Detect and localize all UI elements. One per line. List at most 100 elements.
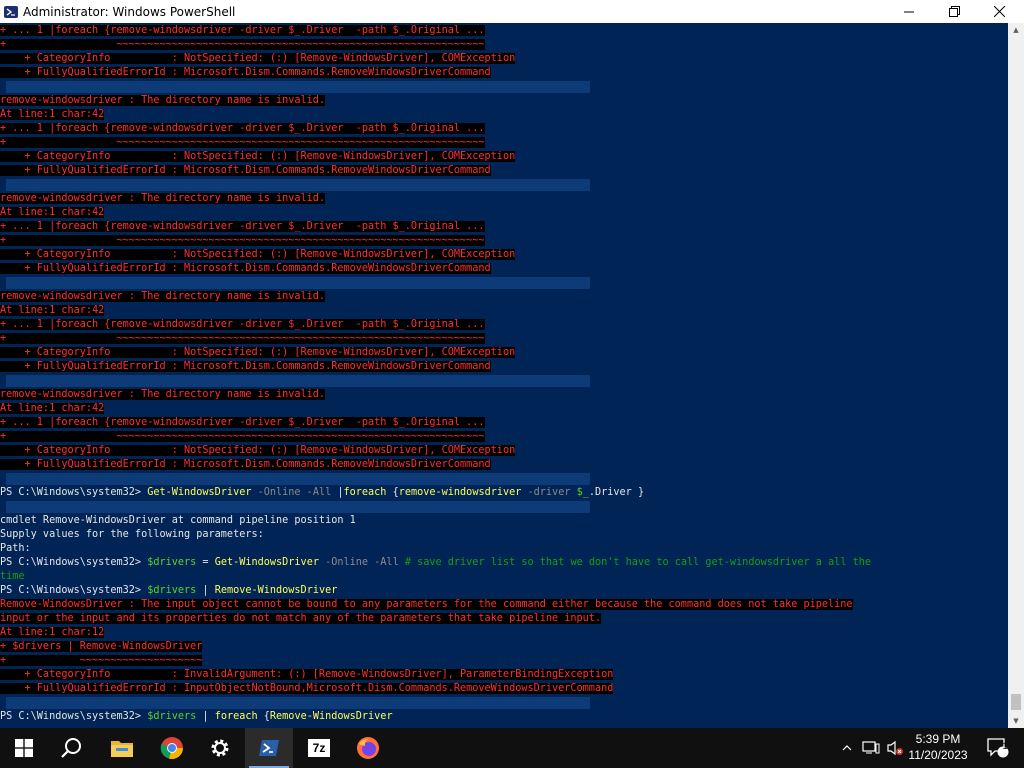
console-text: Get-WindowsDriver xyxy=(214,557,319,568)
console-text: + ... 1 |foreach {remove-windowsdriver -… xyxy=(0,123,485,134)
selection-highlight xyxy=(6,697,590,709)
search-icon xyxy=(61,738,81,758)
chrome-button[interactable] xyxy=(148,728,196,768)
console-text: -driver xyxy=(521,487,577,498)
console-text: Remove-WindowsDriver : The input object … xyxy=(0,599,853,610)
close-button[interactable] xyxy=(976,0,1022,23)
console-text: + FullyQualifiedErrorId : Microsoft.Dism… xyxy=(0,361,491,372)
selection-highlight xyxy=(6,375,590,387)
console-text: + CategoryInfo : InvalidArgument: (:) [R… xyxy=(0,669,614,680)
selection-highlight xyxy=(6,81,590,93)
gear-icon xyxy=(211,739,229,757)
powershell-button[interactable] xyxy=(245,728,293,768)
console-text: + ... 1 |foreach {remove-windowsdriver -… xyxy=(0,417,485,428)
tray-chevron-icon[interactable] xyxy=(838,728,856,768)
volume-muted-icon[interactable] xyxy=(884,728,906,768)
console-text: + ... 1 |foreach {remove-windowsdriver -… xyxy=(0,221,485,232)
console-line: input or the input and its properties do… xyxy=(0,612,602,626)
console-text: -Online -All xyxy=(318,557,405,568)
console-text: + FullyQualifiedErrorId : InputObjectNot… xyxy=(0,683,614,694)
console-line: + CategoryInfo : InvalidArgument: (:) [R… xyxy=(0,668,614,682)
console-text: = xyxy=(196,557,215,568)
console-line: + FullyQualifiedErrorId : Microsoft.Dism… xyxy=(0,458,491,472)
notifications-button[interactable]: 1 xyxy=(978,728,1018,768)
window-title: Administrator: Windows PowerShell xyxy=(23,4,236,19)
console-text: PS C:\Windows\system32> xyxy=(0,585,148,596)
maximize-button[interactable] xyxy=(931,0,977,23)
settings-button[interactable] xyxy=(196,728,244,768)
console-line: + ... 1 |foreach {remove-windowsdriver -… xyxy=(0,122,485,136)
vertical-scrollbar[interactable]: ▲ ▼ xyxy=(1008,23,1024,728)
scroll-up-icon[interactable]: ▲ xyxy=(1008,23,1024,37)
console-text: cmdlet Remove-WindowsDriver at command p… xyxy=(0,515,356,526)
console-prompt-line: PS C:\Windows\system32> $drivers | forea… xyxy=(0,710,393,724)
console-text: + CategoryInfo : NotSpecified: (:) [Remo… xyxy=(0,53,516,64)
console-line: At line:1 char:42 xyxy=(0,304,105,318)
console-text: + ~~~~~~~~~~~~~~~~~~~~ xyxy=(0,655,203,666)
console-text: foreach xyxy=(343,487,387,498)
console-line: + $drivers | Remove-WindowsDriver xyxy=(0,640,203,654)
powershell-icon xyxy=(259,740,279,756)
console-text: remove-windowsdriver : The directory nam… xyxy=(0,389,326,400)
start-button[interactable] xyxy=(0,728,48,768)
network-icon[interactable] xyxy=(860,728,882,768)
console-line: cmdlet Remove-WindowsDriver at command p… xyxy=(0,514,356,528)
search-button[interactable] xyxy=(48,728,96,768)
7zip-icon: 7z xyxy=(308,739,330,757)
console-line: + FullyQualifiedErrorId : Microsoft.Dism… xyxy=(0,164,491,178)
console-text: At line:1 char:42 xyxy=(0,109,105,120)
chrome-icon xyxy=(160,737,184,760)
console-text: + ~~~~~~~~~~~~~~~~~~~~~~~~~~~~~~~~~~~~~~… xyxy=(0,333,485,344)
console-text: | xyxy=(196,711,215,722)
console-prompt-line: PS C:\Windows\system32> $drivers | Remov… xyxy=(0,584,337,598)
console-line: + ~~~~~~~~~~~~~~~~~~~~~~~~~~~~~~~~~~~~~~… xyxy=(0,332,485,346)
console-line: + CategoryInfo : NotSpecified: (:) [Remo… xyxy=(0,346,516,360)
console-line: + ... 1 |foreach {remove-windowsdriver -… xyxy=(0,416,485,430)
folder-icon xyxy=(111,741,133,757)
console-line: + ... 1 |foreach {remove-windowsdriver -… xyxy=(0,220,485,234)
console-line: + ~~~~~~~~~~~~~~~~~~~~~~~~~~~~~~~~~~~~~~… xyxy=(0,38,485,52)
console-text: Supply values for the following paramete… xyxy=(0,529,264,540)
console-line: + ~~~~~~~~~~~~~~~~~~~~~~~~~~~~~~~~~~~~~~… xyxy=(0,430,485,444)
console-line: At line:1 char:42 xyxy=(0,402,105,416)
powershell-icon xyxy=(4,5,18,18)
firefox-icon xyxy=(357,737,379,759)
clock-date: 11/20/2023 xyxy=(908,748,968,762)
console-text: Path: xyxy=(0,543,31,554)
notification-count: 1 xyxy=(1002,741,1008,751)
console-line: + CategoryInfo : NotSpecified: (:) [Remo… xyxy=(0,444,516,458)
console-text: + FullyQualifiedErrorId : Microsoft.Dism… xyxy=(0,263,491,274)
window-titlebar[interactable]: Administrator: Windows PowerShell xyxy=(0,0,1024,23)
console-text: remove-windowsdriver : The directory nam… xyxy=(0,193,326,204)
console-text: { xyxy=(257,711,270,722)
scroll-thumb[interactable] xyxy=(1011,694,1021,710)
console-line: + ~~~~~~~~~~~~~~~~~~~~~~~~~~~~~~~~~~~~~~… xyxy=(0,136,485,150)
console-text: PS C:\Windows\system32> xyxy=(0,711,148,722)
7zip-button[interactable]: 7z xyxy=(295,728,343,768)
console-line: + FullyQualifiedErrorId : Microsoft.Dism… xyxy=(0,262,491,276)
taskbar: 7z 5:39 PM 11/20/2023 1 xyxy=(0,728,1024,768)
selection-highlight xyxy=(6,473,590,485)
console-text: + ... 1 |foreach {remove-windowsdriver -… xyxy=(0,25,485,36)
console-line: + ~~~~~~~~~~~~~~~~~~~~~~~~~~~~~~~~~~~~~~… xyxy=(0,234,485,248)
console-text: Remove-WindowsDriver xyxy=(269,711,393,722)
console-text: foreach xyxy=(214,711,258,722)
minimize-button[interactable] xyxy=(886,0,932,23)
console-line: remove-windowsdriver : The directory nam… xyxy=(0,388,326,402)
console-output[interactable]: + ... 1 |foreach {remove-windowsdriver -… xyxy=(0,23,1008,728)
file-explorer-button[interactable] xyxy=(98,728,146,768)
console-text: + FullyQualifiedErrorId : Microsoft.Dism… xyxy=(0,165,491,176)
console-line: remove-windowsdriver : The directory nam… xyxy=(0,290,326,304)
console-line: remove-windowsdriver : The directory nam… xyxy=(0,192,326,206)
console-text: $drivers xyxy=(147,711,197,722)
console-line: At line:1 char:42 xyxy=(0,206,105,220)
console-text: + ~~~~~~~~~~~~~~~~~~~~~~~~~~~~~~~~~~~~~~… xyxy=(0,137,485,148)
console-line: + ~~~~~~~~~~~~~~~~~~~~ xyxy=(0,654,203,668)
restore-icon xyxy=(948,6,960,17)
console-text: .Driver } xyxy=(588,487,645,498)
firefox-button[interactable] xyxy=(344,728,392,768)
console-text: + ... 1 |foreach {remove-windowsdriver -… xyxy=(0,319,485,330)
scroll-down-icon[interactable]: ▼ xyxy=(1008,714,1024,728)
clock[interactable]: 5:39 PM 11/20/2023 xyxy=(906,731,970,763)
console-line: + FullyQualifiedErrorId : Microsoft.Dism… xyxy=(0,66,491,80)
